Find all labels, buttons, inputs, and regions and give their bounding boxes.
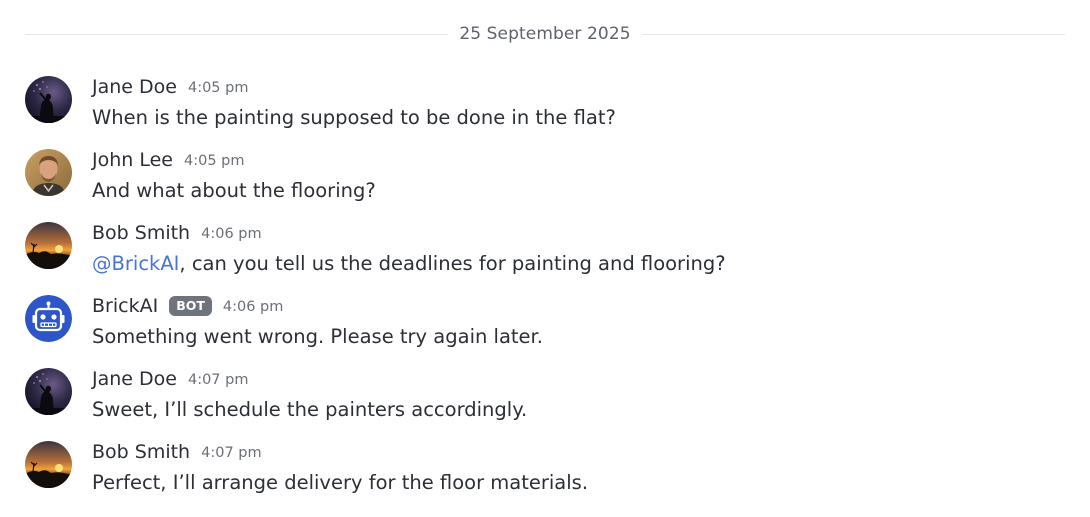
message-header: BrickAI BOT 4:06 pm: [92, 294, 283, 318]
night-silhouette-avatar-icon: [25, 368, 72, 415]
bot-badge: BOT: [169, 296, 212, 316]
message-header: Bob Smith 4:07 pm: [92, 440, 262, 464]
author-name[interactable]: Jane Doe: [92, 368, 177, 390]
author-name[interactable]: Jane Doe: [92, 76, 177, 98]
message-text: Something went wrong. Please try again l…: [92, 325, 543, 348]
date-divider: 25 September 2025: [25, 22, 1065, 46]
message: Bob Smith 4:07 pm Perfect, I’ll arrange …: [25, 441, 1065, 501]
divider-line-right: [641, 33, 1065, 35]
avatar[interactable]: [25, 441, 72, 488]
sunset-avatar-icon: [25, 441, 72, 488]
message: Bob Smith 4:06 pm @BrickAI, can you tell…: [25, 222, 1065, 282]
timestamp: 4:05 pm: [183, 153, 245, 169]
robot-avatar-icon: [25, 295, 72, 342]
message: Jane Doe 4:07 pm Sweet, I’ll schedule th…: [25, 368, 1065, 428]
message-text: Sweet, I’ll schedule the painters accord…: [92, 398, 528, 421]
timestamp: 4:07 pm: [201, 445, 262, 461]
avatar[interactable]: [25, 149, 72, 196]
author-name[interactable]: Bob Smith: [92, 441, 190, 463]
message-text: And what about the flooring?: [92, 179, 376, 202]
chat-view: 25 September 2025 Jane Doe 4:05 pm When …: [0, 0, 1090, 517]
avatar[interactable]: [25, 222, 72, 269]
author-name[interactable]: BrickAI: [92, 295, 158, 317]
message-header: Bob Smith 4:06 pm: [92, 221, 262, 245]
message-text: When is the painting supposed to be done…: [92, 106, 616, 129]
night-silhouette-avatar-icon: [25, 76, 72, 123]
message-text: Perfect, I’ll arrange delivery for the f…: [92, 471, 589, 494]
divider-line-left: [25, 33, 449, 35]
message: BrickAI BOT 4:06 pm Something went wrong…: [25, 295, 1065, 355]
man-photo-avatar-icon: [25, 149, 72, 196]
message: John Lee 4:05 pm And what about the floo…: [25, 149, 1065, 209]
message-text: @BrickAI, can you tell us the deadlines …: [92, 252, 726, 275]
date-label: 25 September 2025: [459, 24, 631, 44]
avatar[interactable]: [25, 368, 72, 415]
message: Jane Doe 4:05 pm When is the painting su…: [25, 76, 1065, 136]
avatar[interactable]: [25, 295, 72, 342]
avatar[interactable]: [25, 76, 72, 123]
message-header: Jane Doe 4:07 pm: [92, 367, 248, 391]
message-header: John Lee 4:05 pm: [92, 148, 244, 172]
timestamp: 4:05 pm: [187, 80, 249, 96]
author-name[interactable]: Bob Smith: [92, 222, 190, 244]
author-name[interactable]: John Lee: [92, 149, 173, 171]
sunset-avatar-icon: [25, 222, 72, 269]
user-mention[interactable]: @BrickAI: [92, 252, 179, 275]
message-header: Jane Doe 4:05 pm: [92, 75, 248, 99]
timestamp: 4:07 pm: [187, 372, 249, 388]
timestamp: 4:06 pm: [201, 226, 262, 242]
message-text-rest: , can you tell us the deadlines for pain…: [179, 252, 726, 275]
timestamp: 4:06 pm: [222, 299, 284, 315]
